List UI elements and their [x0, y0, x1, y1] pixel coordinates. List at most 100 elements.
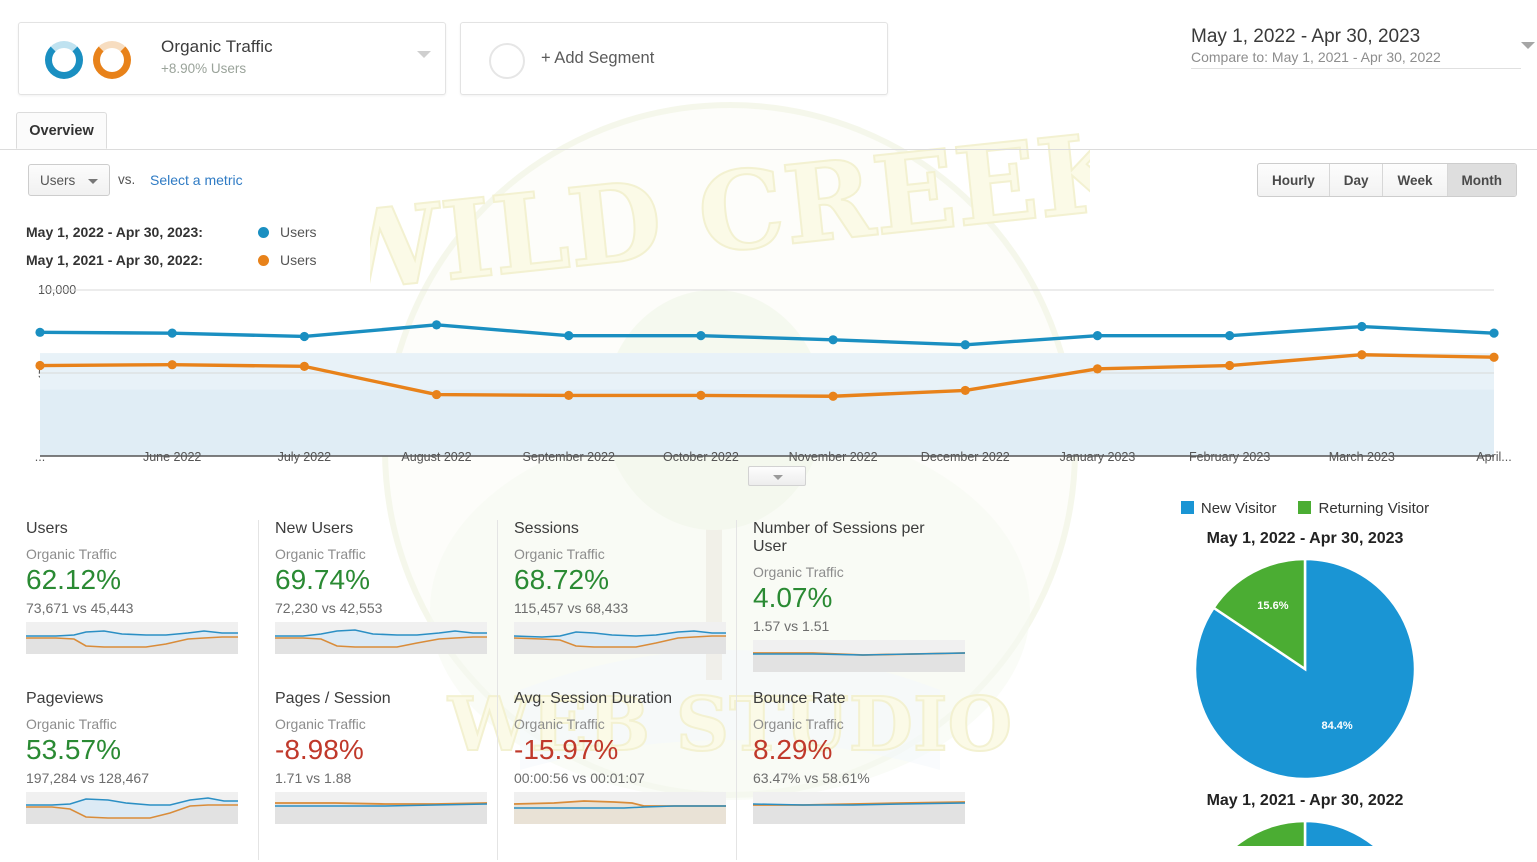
pie-legend-returning-visitor: Returning Visitor	[1298, 500, 1429, 517]
metric-cards-grid: Users Organic Traffic 62.12% 73,671 vs 4…	[26, 520, 976, 860]
card-comparison: 00:00:56 vs 00:01:07	[514, 770, 645, 786]
card-title: Users	[26, 520, 68, 537]
date-range-primary: May 1, 2022 - Apr 30, 2023	[1191, 26, 1421, 47]
pie-legend-returning-visitor-label: Returning Visitor	[1318, 500, 1430, 517]
sparkline	[514, 792, 726, 824]
card-comparison: 197,284 vs 128,467	[26, 770, 149, 786]
pie-chart-current[interactable]: 84.4% 15.6%	[1192, 556, 1418, 782]
metric-card-sessions-per-user[interactable]: Number of Sessions per User Organic Traf…	[737, 520, 976, 690]
add-segment-button[interactable]: + Add Segment	[460, 22, 888, 95]
card-percent: 8.29%	[753, 734, 833, 765]
legend-swatch-green-icon	[1298, 501, 1312, 514]
card-percent: 68.72%	[514, 564, 609, 595]
metric-dropdown-label: Users	[40, 172, 76, 188]
card-segment: Organic Traffic	[26, 546, 117, 562]
sparkline	[753, 792, 965, 824]
pie-chart-current-wrap: 84.4% 15.6%	[1090, 556, 1520, 782]
tab-overview-label: Overview	[29, 122, 94, 139]
empty-circle-icon	[489, 43, 525, 79]
x-tick-0: ...	[34, 450, 46, 464]
sparkline	[26, 622, 238, 654]
chevron-down-icon[interactable]	[1521, 42, 1535, 49]
x-tick-8: January 2023	[1059, 450, 1136, 464]
card-segment: Organic Traffic	[514, 716, 605, 732]
legend-metric-previous: Users	[280, 252, 317, 268]
metric-card-avg-session-duration[interactable]: Avg. Session Duration Organic Traffic -1…	[498, 690, 737, 860]
metric-card-sessions[interactable]: Sessions Organic Traffic 68.72% 115,457 …	[498, 520, 737, 690]
granularity-week[interactable]: Week	[1383, 164, 1448, 196]
x-tick-4: September 2022	[522, 450, 615, 464]
x-tick-6: November 2022	[788, 450, 878, 464]
x-tick-10: March 2023	[1328, 450, 1395, 464]
card-percent: 53.57%	[26, 734, 121, 765]
vs-label: vs.	[118, 172, 136, 187]
metric-card-row-2: Pageviews Organic Traffic 53.57% 197,284…	[26, 690, 976, 860]
segment-organic-traffic[interactable]: Organic Traffic +8.90% Users	[18, 22, 446, 95]
card-segment: Organic Traffic	[753, 716, 844, 732]
card-comparison: 73,671 vs 45,443	[26, 600, 134, 616]
card-percent: -8.98%	[275, 734, 364, 765]
card-segment: Organic Traffic	[753, 564, 844, 580]
card-percent: 4.07%	[753, 582, 833, 613]
metric-dropdown[interactable]: Users	[28, 164, 110, 196]
card-comparison: 1.71 vs 1.88	[275, 770, 352, 786]
legend-row-current: May 1, 2022 - Apr 30, 2023: Users	[26, 218, 317, 246]
granularity-month[interactable]: Month	[1447, 164, 1516, 196]
chart-expand-handle[interactable]	[748, 466, 806, 486]
x-tick-11: April...	[1476, 450, 1512, 464]
card-title: Avg. Session Duration	[514, 690, 673, 707]
sparkline	[514, 622, 726, 654]
pie-title-current: May 1, 2022 - Apr 30, 2023	[1206, 530, 1404, 547]
metric-selector-row: Users vs. Select a metric Hourly Day Wee…	[0, 160, 1537, 206]
x-tick-9: February 2023	[1188, 450, 1271, 464]
segment-title: Organic Traffic	[161, 37, 273, 56]
date-range-compare: Compare to: May 1, 2021 - Apr 30, 2022	[1191, 49, 1441, 65]
pie-title-previous: May 1, 2021 - Apr 30, 2022	[1206, 792, 1404, 809]
tab-overview[interactable]: Overview	[16, 112, 107, 149]
date-range-selector[interactable]: May 1, 2022 - Apr 30, 2023 Compare to: M…	[1191, 26, 1535, 69]
segment-donut-icons	[45, 41, 131, 79]
pie-legend: New Visitor Returning Visitor	[1090, 500, 1520, 517]
granularity-toggle-group: Hourly Day Week Month	[1256, 163, 1517, 197]
segment-subtitle: +8.90% Users	[161, 61, 247, 76]
legend-metric-current: Users	[280, 224, 317, 240]
svg-text:15.6%: 15.6%	[1257, 600, 1288, 612]
sparkline	[275, 792, 487, 824]
donut-blue-icon	[45, 41, 83, 79]
x-tick-7: December 2022	[920, 450, 1010, 464]
legend-dot-orange-icon	[258, 254, 269, 266]
sparkline	[753, 640, 965, 672]
metric-card-pageviews[interactable]: Pageviews Organic Traffic 53.57% 197,284…	[26, 690, 259, 860]
card-segment: Organic Traffic	[514, 546, 605, 562]
card-segment: Organic Traffic	[26, 716, 117, 732]
select-a-metric-link[interactable]: Select a metric	[150, 172, 243, 188]
x-tick-5: October 2022	[663, 450, 739, 464]
card-comparison: 72,230 vs 42,553	[275, 600, 383, 616]
card-title: Bounce Rate	[753, 690, 846, 707]
card-title: Pages / Session	[275, 690, 391, 707]
pie-chart-previous[interactable]	[1192, 818, 1418, 846]
chevron-down-icon	[88, 179, 98, 184]
card-title: New Users	[275, 520, 354, 537]
x-tick-3: August 2022	[401, 450, 472, 464]
legend-dot-blue-icon	[258, 226, 269, 238]
granularity-hourly[interactable]: Hourly	[1258, 164, 1330, 196]
tab-strip: Overview	[0, 112, 1537, 150]
metric-card-pages-per-session[interactable]: Pages / Session Organic Traffic -8.98% 1…	[259, 690, 498, 860]
chevron-down-icon[interactable]	[417, 51, 431, 58]
legend-swatch-blue-icon	[1180, 501, 1194, 514]
metric-card-users[interactable]: Users Organic Traffic 62.12% 73,671 vs 4…	[26, 520, 259, 690]
metric-card-bounce-rate[interactable]: Bounce Rate Organic Traffic 8.29% 63.47%…	[737, 690, 976, 860]
card-title: Number of Sessions per User	[753, 520, 925, 555]
card-title: Sessions	[514, 520, 579, 537]
card-percent: 69.74%	[275, 564, 370, 595]
card-percent: -15.97%	[514, 734, 619, 765]
card-segment: Organic Traffic	[275, 716, 366, 732]
top-bar: Organic Traffic +8.90% Users + Add Segme…	[0, 0, 1537, 106]
metric-card-new-users[interactable]: New Users Organic Traffic 69.74% 72,230 …	[259, 520, 498, 690]
legend-date-current: May 1, 2022 - Apr 30, 2023:	[26, 224, 203, 240]
users-line-chart[interactable]	[26, 278, 1508, 478]
pie-chart-previous-wrap	[1090, 818, 1520, 846]
card-title: Pageviews	[26, 690, 104, 707]
granularity-day[interactable]: Day	[1330, 164, 1384, 196]
